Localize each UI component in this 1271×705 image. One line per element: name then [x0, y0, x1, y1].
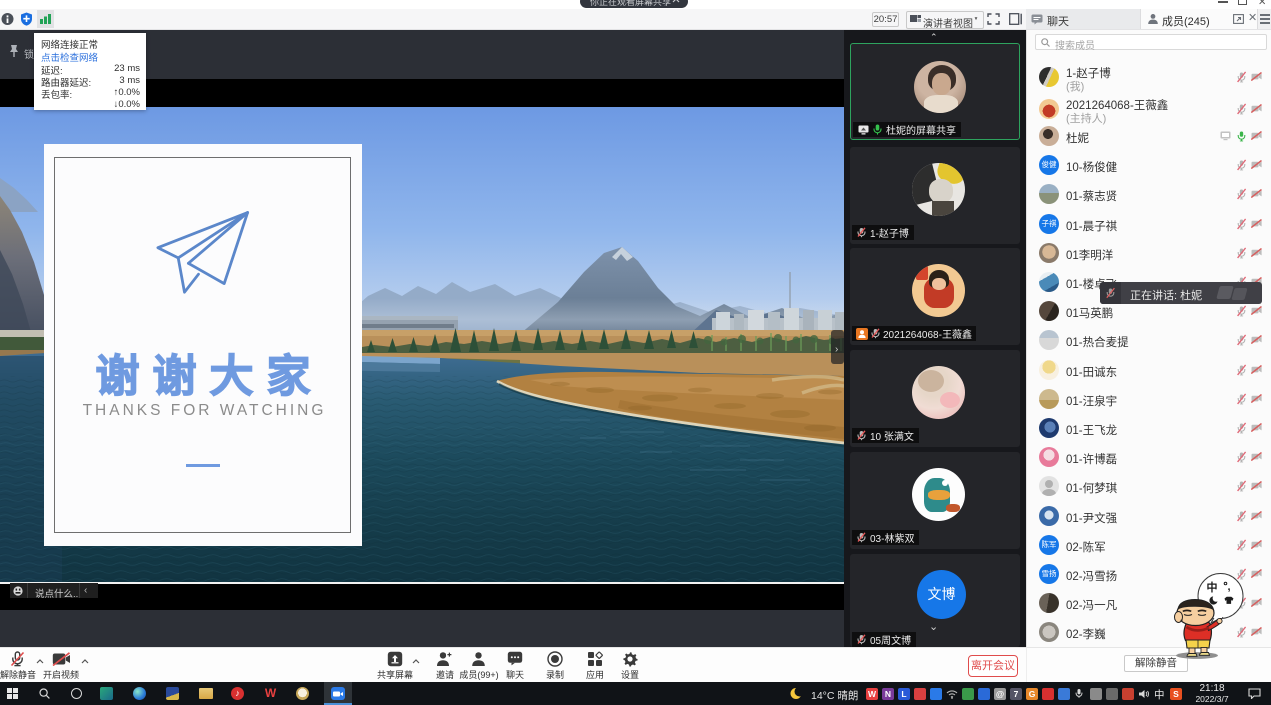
svg-text:中: 中 [1207, 580, 1218, 594]
svg-text:,: , [1228, 581, 1231, 593]
svg-text:›: › [835, 344, 838, 355]
